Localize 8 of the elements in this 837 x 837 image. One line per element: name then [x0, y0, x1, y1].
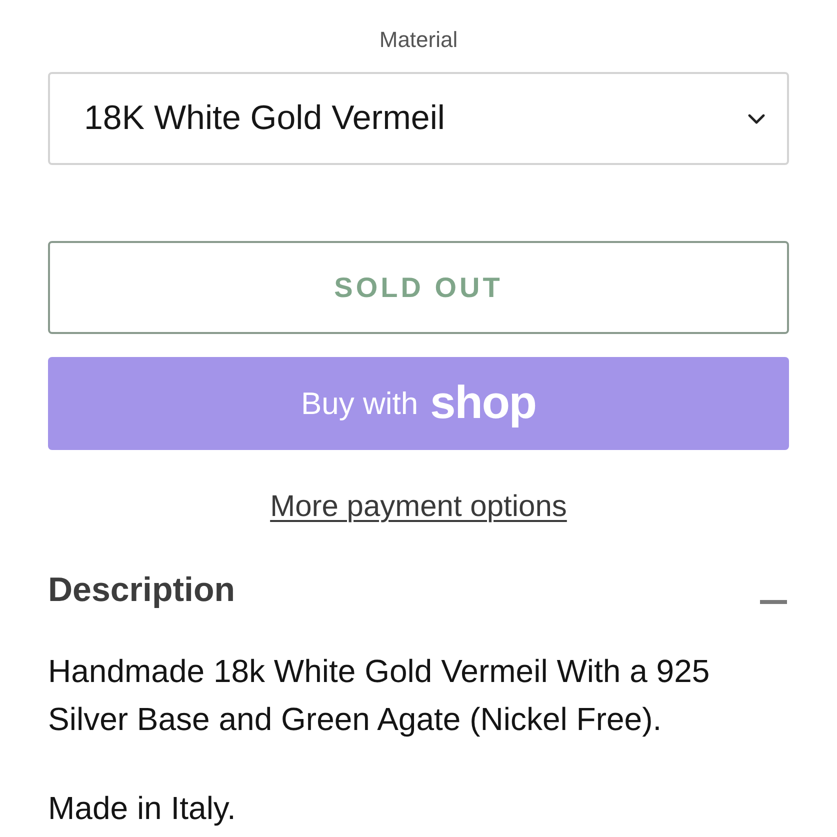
chevron-down-icon — [748, 114, 765, 124]
more-payment-options-link[interactable]: More payment options — [270, 488, 567, 526]
collapse-minus-icon[interactable] — [760, 600, 787, 604]
material-dropdown[interactable]: 18K White Gold Vermeil — [48, 72, 789, 165]
material-label: Material — [379, 28, 458, 52]
description-heading: Description — [48, 570, 236, 611]
description-text: Made in Italy. — [48, 789, 237, 828]
description-text: Handmade 18k White Gold Vermeil With a 925 Silver Base and Green Agate (Nickel Free). — [48, 652, 711, 739]
